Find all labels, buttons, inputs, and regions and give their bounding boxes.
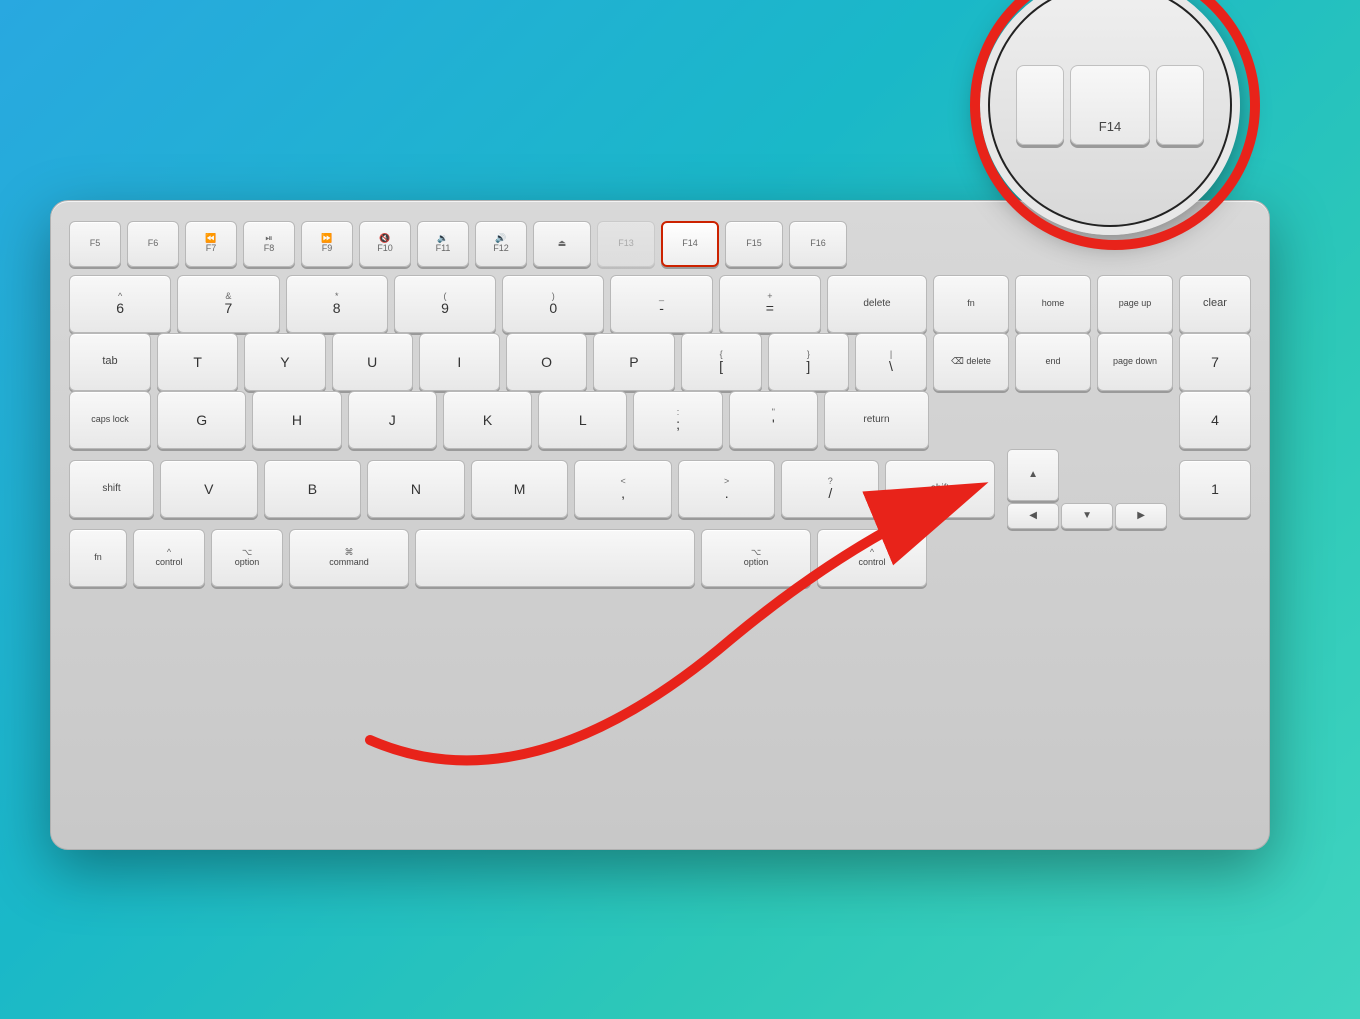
key-fn[interactable]: fn: [933, 275, 1009, 333]
key-f16[interactable]: F16: [789, 221, 847, 267]
key-delete-fwd[interactable]: ⌫ delete: [933, 333, 1009, 391]
key-arrow-down[interactable]: ▼: [1061, 503, 1113, 529]
key-shift-right[interactable]: shift: [885, 460, 995, 518]
key-end[interactable]: end: [1015, 333, 1091, 391]
key-8[interactable]: * 8: [286, 275, 388, 333]
key-arrow-up[interactable]: ▲: [1007, 449, 1059, 501]
key-period[interactable]: > .: [678, 460, 776, 518]
f14-key-zoomed: F14: [1070, 65, 1150, 145]
key-arrow-right[interactable]: ▶: [1115, 503, 1167, 529]
key-g[interactable]: G: [157, 391, 246, 449]
key-command-left[interactable]: ⌘ command: [289, 529, 409, 587]
key-pagedown[interactable]: page down: [1097, 333, 1173, 391]
key-p[interactable]: P: [593, 333, 674, 391]
key-f5[interactable]: F5: [69, 221, 121, 267]
key-equals[interactable]: + =: [719, 275, 821, 333]
key-space[interactable]: [415, 529, 695, 587]
key-home[interactable]: home: [1015, 275, 1091, 333]
key-lbracket[interactable]: { [: [681, 333, 762, 391]
key-u[interactable]: U: [332, 333, 413, 391]
key-f8[interactable]: ⏯ F8: [243, 221, 295, 267]
bottom-alpha-row: shift V B N M < , > . ? / shift ▲ ◀: [69, 449, 1251, 529]
key-7[interactable]: & 7: [177, 275, 279, 333]
key-fn-bottom[interactable]: fn: [69, 529, 127, 587]
key-f6[interactable]: F6: [127, 221, 179, 267]
key-tab[interactable]: tab: [69, 333, 151, 391]
key-pageup[interactable]: page up: [1097, 275, 1173, 333]
key-arrow-left[interactable]: ◀: [1007, 503, 1059, 529]
key-option-right[interactable]: ⌥ option: [701, 529, 811, 587]
key-capslock[interactable]: caps lock: [69, 391, 151, 449]
key-slash[interactable]: ? /: [781, 460, 879, 518]
key-i[interactable]: I: [419, 333, 500, 391]
key-m[interactable]: M: [471, 460, 569, 518]
key-semicolon[interactable]: : ;: [633, 391, 722, 449]
key-l[interactable]: L: [538, 391, 627, 449]
number-row: ^ 6 & 7 * 8 ( 9 ) 0 _ -: [69, 275, 1251, 333]
f15-key-mock: [1156, 65, 1204, 145]
key-h[interactable]: H: [252, 391, 341, 449]
key-v[interactable]: V: [160, 460, 258, 518]
keyboard-body: F5 F6 ⏪ F7 ⏯ F8 ⏩ F9 🔇 F10 🔉 F11: [50, 200, 1270, 850]
key-f13[interactable]: F13: [597, 221, 655, 267]
key-f7[interactable]: ⏪ F7: [185, 221, 237, 267]
home-row: caps lock G H J K L : ; " ' return 4: [69, 391, 1251, 449]
key-option-left[interactable]: ⌥ option: [211, 529, 283, 587]
key-backslash[interactable]: | \: [855, 333, 927, 391]
key-y[interactable]: Y: [244, 333, 325, 391]
key-j[interactable]: J: [348, 391, 437, 449]
key-num4[interactable]: 4: [1179, 391, 1251, 449]
key-clear[interactable]: clear: [1179, 275, 1251, 333]
key-minus[interactable]: _ -: [610, 275, 712, 333]
key-quote[interactable]: " ': [729, 391, 818, 449]
top-alpha-row: tab T Y U I O P { [ } ] | \ ⌫ delete en: [69, 333, 1251, 391]
f13-key-mock: [1016, 65, 1064, 145]
key-k[interactable]: K: [443, 391, 532, 449]
key-6[interactable]: ^ 6: [69, 275, 171, 333]
key-return[interactable]: return: [824, 391, 929, 449]
key-delete[interactable]: delete: [827, 275, 927, 333]
scene: F14 F5 F6 ⏪ F7 ⏯ F8 ⏩ F9 🔇: [30, 60, 1330, 960]
key-comma[interactable]: < ,: [574, 460, 672, 518]
key-b[interactable]: B: [264, 460, 362, 518]
key-f11[interactable]: 🔉 F11: [417, 221, 469, 267]
key-9[interactable]: ( 9: [394, 275, 496, 333]
key-rbracket[interactable]: } ]: [768, 333, 849, 391]
key-f14[interactable]: F14: [661, 221, 719, 267]
key-o[interactable]: O: [506, 333, 587, 391]
key-control-right[interactable]: ^ control: [817, 529, 927, 587]
key-f12[interactable]: 🔊 F12: [475, 221, 527, 267]
key-shift-left[interactable]: shift: [69, 460, 154, 518]
key-0[interactable]: ) 0: [502, 275, 604, 333]
key-f15[interactable]: F15: [725, 221, 783, 267]
key-num1[interactable]: 1: [1179, 460, 1251, 518]
key-t[interactable]: T: [157, 333, 238, 391]
key-num7[interactable]: 7: [1179, 333, 1251, 391]
key-eject[interactable]: ⏏: [533, 221, 591, 267]
key-f9[interactable]: ⏩ F9: [301, 221, 353, 267]
modifier-row: fn ^ control ⌥ option ⌘ command ⌥ option…: [69, 529, 1251, 587]
key-ctrl-left[interactable]: ^ control: [133, 529, 205, 587]
key-f10[interactable]: 🔇 F10: [359, 221, 411, 267]
key-n[interactable]: N: [367, 460, 465, 518]
